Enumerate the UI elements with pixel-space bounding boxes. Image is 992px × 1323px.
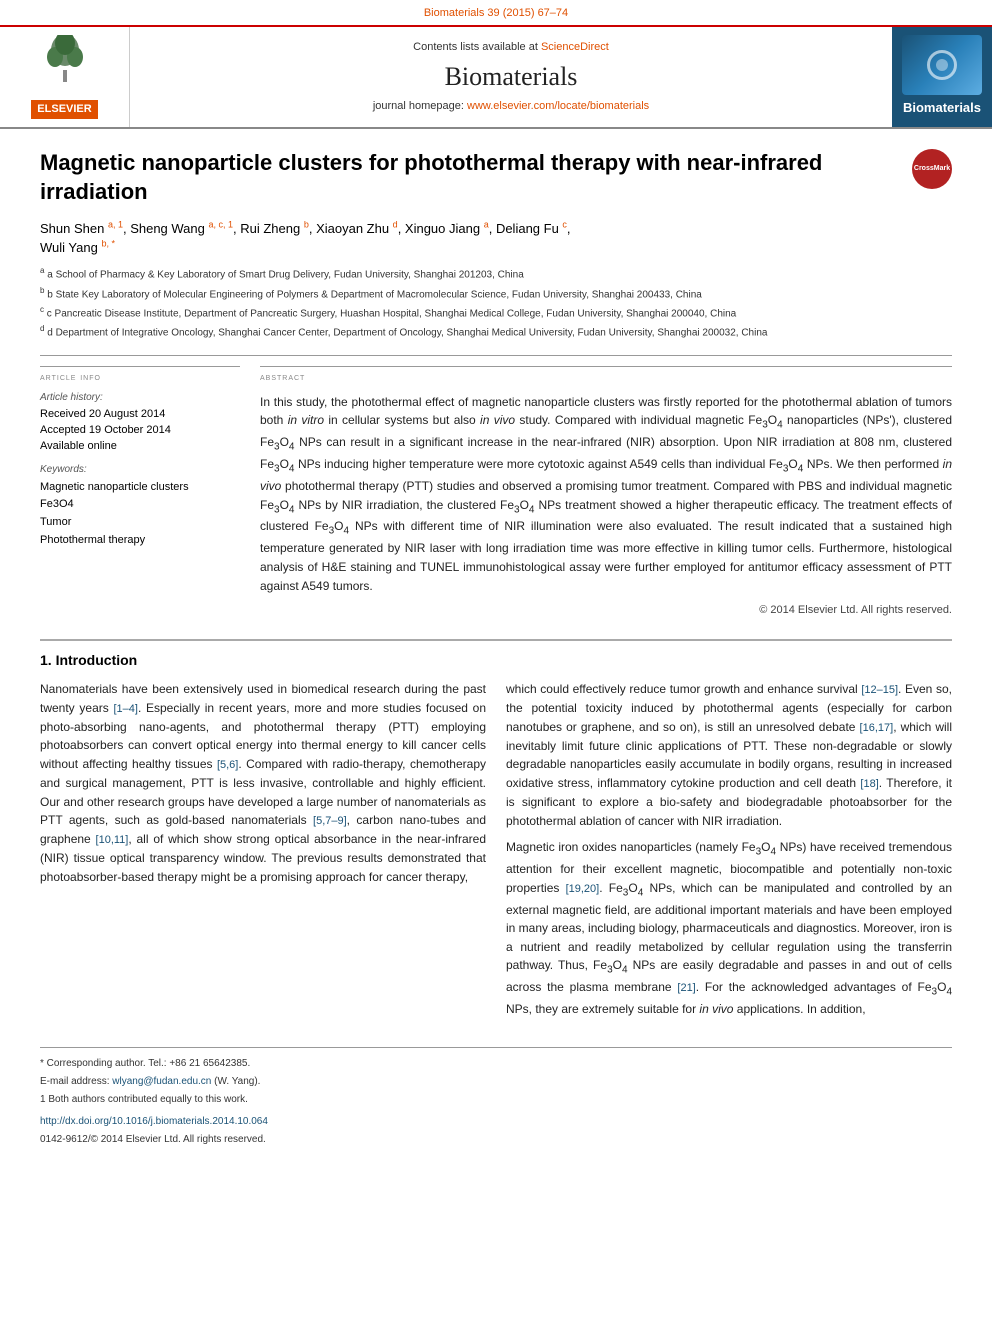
section-title: 1. Introduction	[40, 651, 952, 671]
affiliation-b: b b State Key Laboratory of Molecular En…	[40, 285, 952, 302]
journal-citation: Biomaterials 39 (2015) 67–74	[424, 7, 568, 19]
article-title-section: Magnetic nanoparticle clusters for photo…	[40, 149, 952, 206]
article-info-title: article info	[40, 366, 240, 385]
journal-logo-title: Biomaterials	[902, 99, 982, 117]
keyword-2: Fe3O4	[40, 496, 240, 514]
intro-columns: Nanomaterials have been extensively used…	[40, 680, 952, 1027]
affiliation-c: c c Pancreatic Disease Institute, Depart…	[40, 304, 952, 321]
article-history-label: Article history:	[40, 391, 240, 405]
keyword-3: Tumor	[40, 514, 240, 532]
elsevier-label: ELSEVIER	[31, 100, 97, 119]
ref-21[interactable]: [21]	[677, 982, 695, 994]
email-line: E-mail address: wlyang@fudan.edu.cn (W. …	[40, 1074, 952, 1090]
sciencedirect-link[interactable]: ScienceDirect	[541, 41, 609, 53]
footer-notes: * Corresponding author. Tel.: +86 21 656…	[40, 1047, 952, 1148]
elsevier-logo-section: ELSEVIER	[0, 27, 130, 127]
intro-col-right: which could effectively reduce tumor gro…	[506, 680, 952, 1027]
article-info-panel: article info Article history: Received 2…	[40, 366, 240, 619]
authors-line: Shun Shen a, 1, Sheng Wang a, c, 1, Rui …	[40, 218, 952, 257]
keyword-4: Photothermal therapy	[40, 532, 240, 550]
journal-logo-box: Biomaterials	[892, 27, 992, 127]
affiliation-a: a a School of Pharmacy & Key Laboratory …	[40, 265, 952, 282]
journal-homepage-line: journal homepage: www.elsevier.com/locat…	[150, 99, 872, 114]
keywords-label: Keywords:	[40, 463, 240, 477]
affiliation-d: d d Department of Integrative Oncology, …	[40, 323, 952, 340]
journal-header: ELSEVIER Contents lists available at Sci…	[0, 27, 992, 129]
introduction-section: 1. Introduction Nanomaterials have been …	[40, 639, 952, 1027]
elsevier-logo: ELSEVIER	[8, 35, 121, 119]
ref-19-20[interactable]: [19,20]	[566, 883, 600, 895]
intro-col-left: Nanomaterials have been extensively used…	[40, 680, 486, 1027]
authors-text-2: Wuli Yang b, *	[40, 240, 115, 255]
ref-18[interactable]: [18]	[860, 778, 878, 790]
ref-5-7-9[interactable]: [5,7–9]	[313, 815, 347, 827]
abstract-text: In this study, the photothermal effect o…	[260, 393, 952, 595]
abstract-section: abstract In this study, the photothermal…	[260, 366, 952, 619]
abstract-title: abstract	[260, 366, 952, 385]
keyword-1: Magnetic nanoparticle clusters	[40, 479, 240, 497]
ref-5-6[interactable]: [5,6]	[217, 759, 238, 771]
date-received: Received 20 August 2014 Accepted 19 Octo…	[40, 407, 240, 455]
ref-16-17[interactable]: [16,17]	[860, 722, 894, 734]
journal-branding: Biomaterials	[897, 30, 987, 124]
crossmark-badge[interactable]: CrossMark	[912, 149, 952, 189]
keywords-section: Keywords: Magnetic nanoparticle clusters…	[40, 463, 240, 549]
ref-1-4[interactable]: [1–4]	[113, 703, 137, 715]
crossmark-label: CrossMark	[914, 165, 950, 173]
ref-10-11[interactable]: [10,11]	[96, 834, 129, 846]
article-title: Magnetic nanoparticle clusters for photo…	[40, 149, 902, 206]
journal-citation-bar: Biomaterials 39 (2015) 67–74	[0, 0, 992, 27]
elsevier-tree-icon	[35, 35, 95, 90]
article-info-abstract: article info Article history: Received 2…	[40, 366, 952, 619]
intro-para-3: Magnetic iron oxides nanoparticles (name…	[506, 838, 952, 1019]
doi-link[interactable]: http://dx.doi.org/10.1016/j.biomaterials…	[40, 1116, 268, 1127]
footnote-1: 1 Both authors contributed equally to th…	[40, 1092, 952, 1108]
corresponding-note: * Corresponding author. Tel.: +86 21 656…	[40, 1056, 952, 1072]
abstract-copyright: © 2014 Elsevier Ltd. All rights reserved…	[260, 603, 952, 618]
intro-para-2: which could effectively reduce tumor gro…	[506, 680, 952, 830]
journal-title-section: Contents lists available at ScienceDirec…	[130, 27, 892, 127]
authors-text: Shun Shen a, 1, Sheng Wang a, c, 1, Rui …	[40, 221, 571, 236]
intro-para-1: Nanomaterials have been extensively used…	[40, 680, 486, 886]
affiliations: a a School of Pharmacy & Key Laboratory …	[40, 265, 952, 340]
journal-name: Biomaterials	[150, 59, 872, 95]
sciencedirect-line: Contents lists available at ScienceDirec…	[150, 40, 872, 55]
divider-1	[40, 355, 952, 356]
email-link[interactable]: wlyang@fudan.edu.cn	[112, 1076, 211, 1087]
issn-line: 0142-9612/© 2014 Elsevier Ltd. All right…	[40, 1132, 952, 1148]
journal-homepage-link[interactable]: www.elsevier.com/locate/biomaterials	[467, 100, 649, 112]
ref-12-15[interactable]: [12–15]	[861, 684, 898, 696]
article-content: Magnetic nanoparticle clusters for photo…	[0, 129, 992, 1170]
